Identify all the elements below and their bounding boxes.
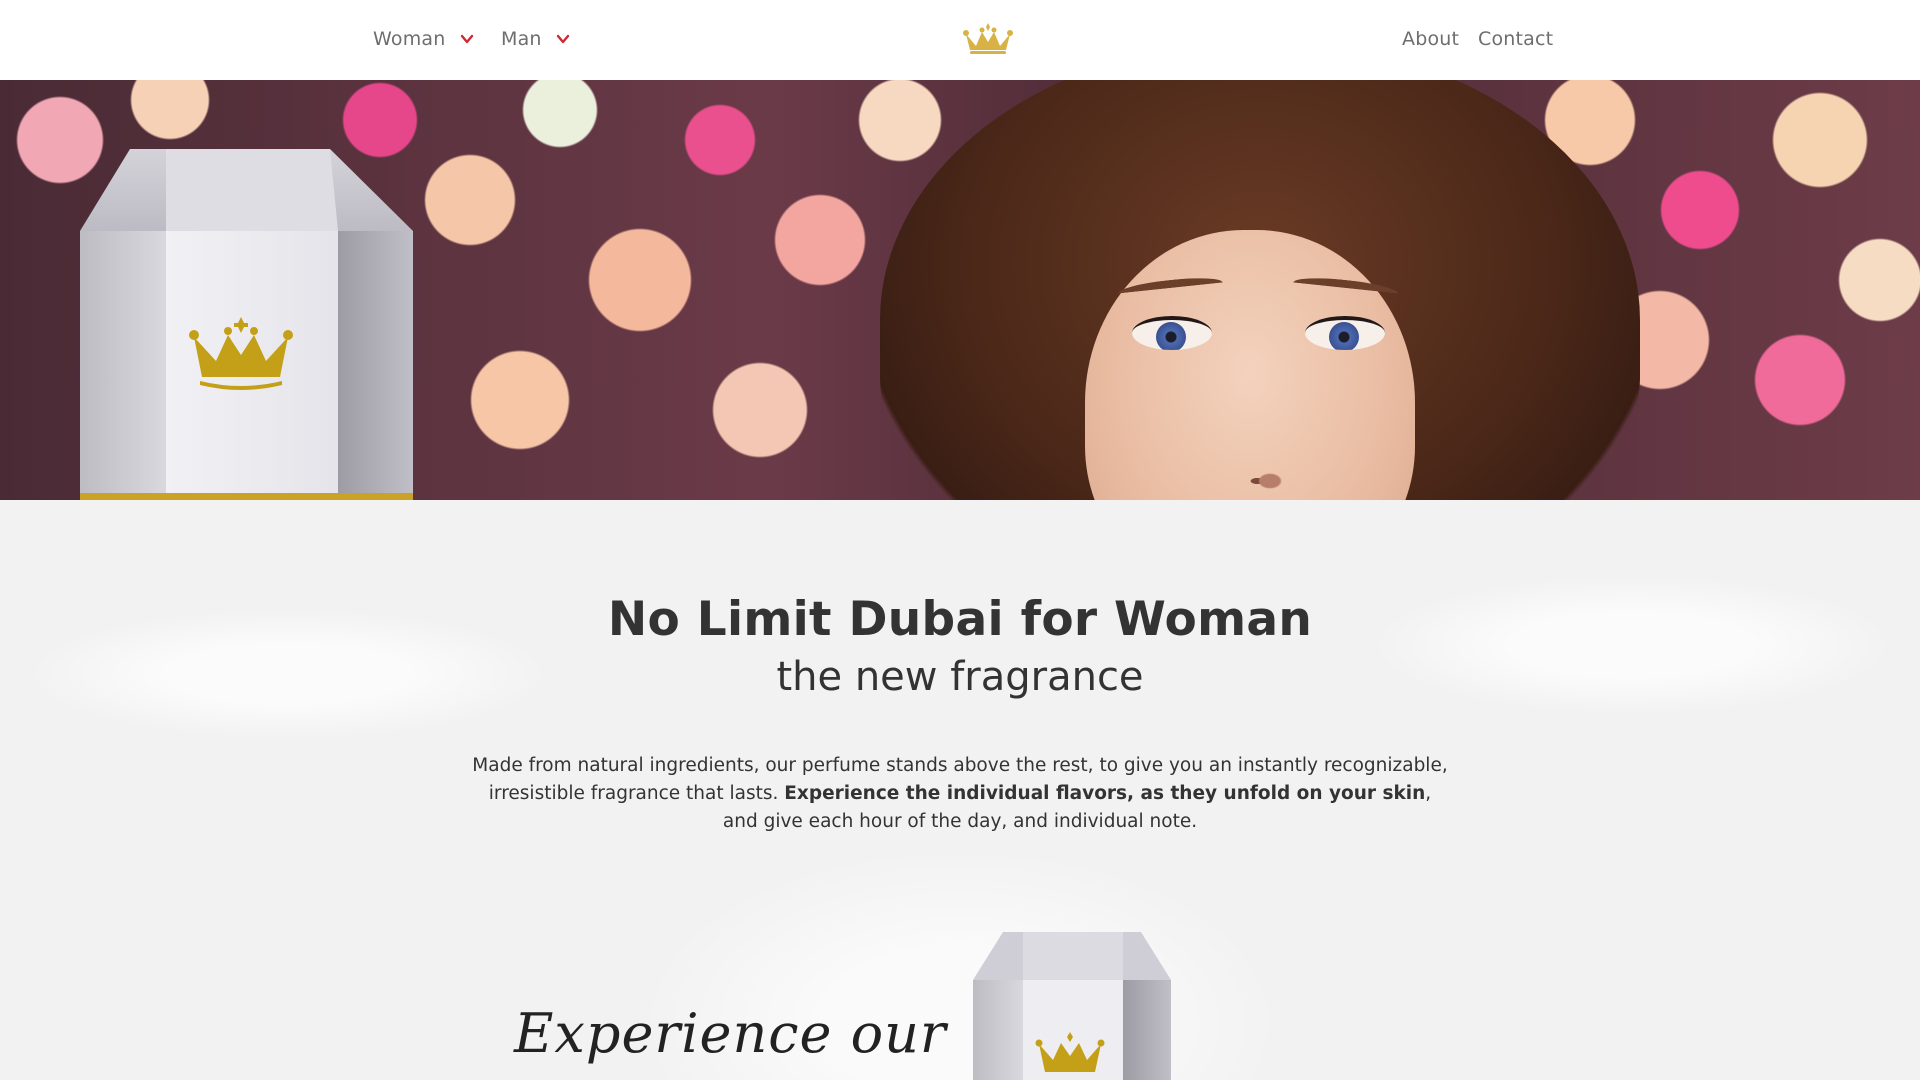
top-navigation-bar: Woman Man About Contact bbox=[0, 0, 1920, 80]
hero-model-nose bbox=[1238, 460, 1302, 490]
nav-item-label: Woman bbox=[373, 28, 446, 50]
hero-banner-image bbox=[0, 80, 1920, 500]
chevron-down-icon bbox=[556, 34, 569, 44]
hero-model-eye-right bbox=[1305, 316, 1385, 350]
product-description: Made from natural ingredients, our perfu… bbox=[470, 752, 1450, 836]
hero-model-eye-left bbox=[1132, 316, 1212, 350]
nav-item-label: About bbox=[1402, 28, 1460, 50]
crown-icon[interactable] bbox=[962, 22, 1014, 56]
perfume-box-image bbox=[973, 932, 1171, 1080]
perfume-box-image bbox=[80, 149, 413, 500]
nav-item-label: Contact bbox=[1478, 28, 1554, 50]
nav-item-man[interactable]: Man bbox=[501, 28, 570, 50]
chevron-down-icon bbox=[460, 34, 473, 44]
nav-item-woman[interactable]: Woman bbox=[373, 28, 474, 50]
product-title: No Limit Dubai for Woman bbox=[607, 592, 1313, 647]
script-heading: Experience our bbox=[514, 1002, 947, 1065]
nav-item-contact[interactable]: Contact bbox=[1478, 28, 1553, 50]
product-subtitle: the new fragrance bbox=[776, 654, 1144, 700]
nav-item-about[interactable]: About bbox=[1402, 28, 1459, 50]
nav-item-label: Man bbox=[501, 28, 542, 50]
description-emphasis: Experience the individual flavors, as th… bbox=[784, 783, 1426, 804]
